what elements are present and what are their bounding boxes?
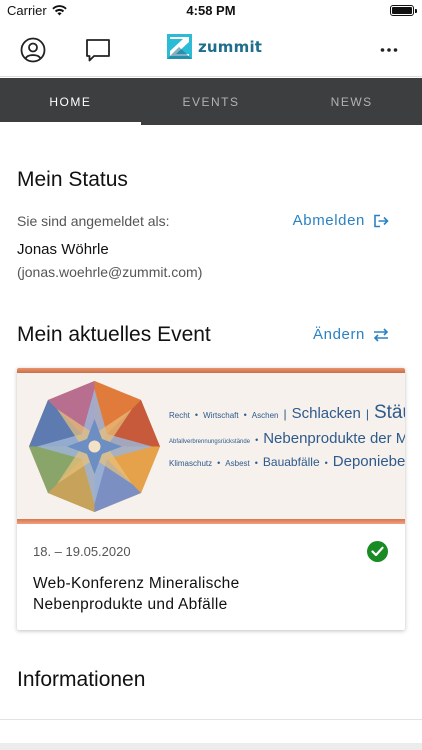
banner-keyword: Klimaschutz <box>169 459 213 468</box>
star-polygon-logo-icon <box>29 381 160 512</box>
event-banner: Recht • Wirtschaft • Aschen | Schlacken … <box>17 368 405 524</box>
banner-row: Klimaschutz • Asbest • Bauabfälle • Depo… <box>169 453 405 470</box>
event-date: 18. – 19.05.2020 <box>33 544 131 559</box>
clock: 4:58 PM <box>186 3 236 18</box>
messages-button[interactable] <box>83 35 113 65</box>
banner-keyword: Wirtschaft <box>203 411 239 420</box>
logo-mark-icon <box>167 34 192 59</box>
event-name: Web-Konferenz Mineralische Nebenprodukte… <box>33 575 240 613</box>
app-logo: zummit <box>167 34 262 59</box>
change-event-button[interactable]: Ändern <box>313 326 389 343</box>
profile-icon <box>20 37 46 63</box>
user-name: Jonas Wöhrle <box>17 241 109 258</box>
banner-keywords: Recht • Wirtschaft • Aschen | Schlacken … <box>169 402 405 470</box>
profile-button[interactable] <box>18 35 48 65</box>
banner-separator: • <box>194 410 199 420</box>
logged-in-label: Sie sind angemeldet als: <box>17 213 170 229</box>
banner-keyword: Bauabfälle <box>262 455 320 469</box>
status-section-title: Mein Status <box>17 168 128 191</box>
logout-icon <box>374 214 389 227</box>
banner-keyword: Recht <box>169 411 190 420</box>
tab-bar: HOME EVENTS NEWS <box>0 78 422 125</box>
battery-icon <box>390 5 417 16</box>
info-section-title: Informationen <box>17 668 146 691</box>
change-event-label: Ändern <box>313 326 365 343</box>
current-event-card[interactable]: Recht • Wirtschaft • Aschen | Schlacken … <box>17 368 405 630</box>
tab-home[interactable]: HOME <box>0 78 141 125</box>
banner-separator: • <box>243 410 247 420</box>
banner-keyword: Deponiebedarf <box>332 453 405 470</box>
banner-top-stripe <box>17 368 405 373</box>
banner-separator: • <box>324 458 328 468</box>
event-section-title: Mein aktuelles Event <box>17 323 211 346</box>
banner-row: Abfallverbrennungsrückstände • Nebenprod… <box>169 430 405 447</box>
swap-icon <box>373 327 389 342</box>
banner-bottom-stripe <box>17 519 405 524</box>
user-email: (jonas.woehrle@zummit.com) <box>17 264 203 280</box>
banner-separator: • <box>255 435 259 445</box>
banner-keyword: Asbest <box>225 459 250 468</box>
status-bar: Carrier 4:58 PM <box>0 0 422 22</box>
banner-keyword: Abfallverbrennungsrückstände <box>169 439 251 445</box>
logout-button[interactable]: Abmelden <box>293 212 389 229</box>
banner-separator: • <box>254 458 258 468</box>
banner-keyword: Aschen <box>251 411 279 420</box>
bottom-strip <box>0 743 422 750</box>
banner-keyword: Nebenprodukte der Metallurgie <box>263 430 405 447</box>
banner-keyword: Stäube <box>373 402 405 423</box>
banner-separator: | <box>365 407 369 421</box>
section-divider <box>0 719 422 720</box>
logout-label: Abmelden <box>292 212 365 229</box>
more-menu-button[interactable] <box>374 35 404 65</box>
tab-events[interactable]: EVENTS <box>141 78 282 125</box>
banner-keyword: Schlacken <box>291 405 361 422</box>
check-icon <box>367 541 388 562</box>
tab-news[interactable]: NEWS <box>281 78 422 125</box>
banner-separator: | <box>283 407 287 421</box>
banner-separator: • <box>217 458 221 468</box>
chat-icon <box>86 39 110 62</box>
top-navigation-bar: zummit <box>0 22 422 77</box>
banner-row: Recht • Wirtschaft • Aschen | Schlacken … <box>169 402 405 424</box>
logo-text: zummit <box>198 37 263 56</box>
more-icon <box>380 48 398 52</box>
